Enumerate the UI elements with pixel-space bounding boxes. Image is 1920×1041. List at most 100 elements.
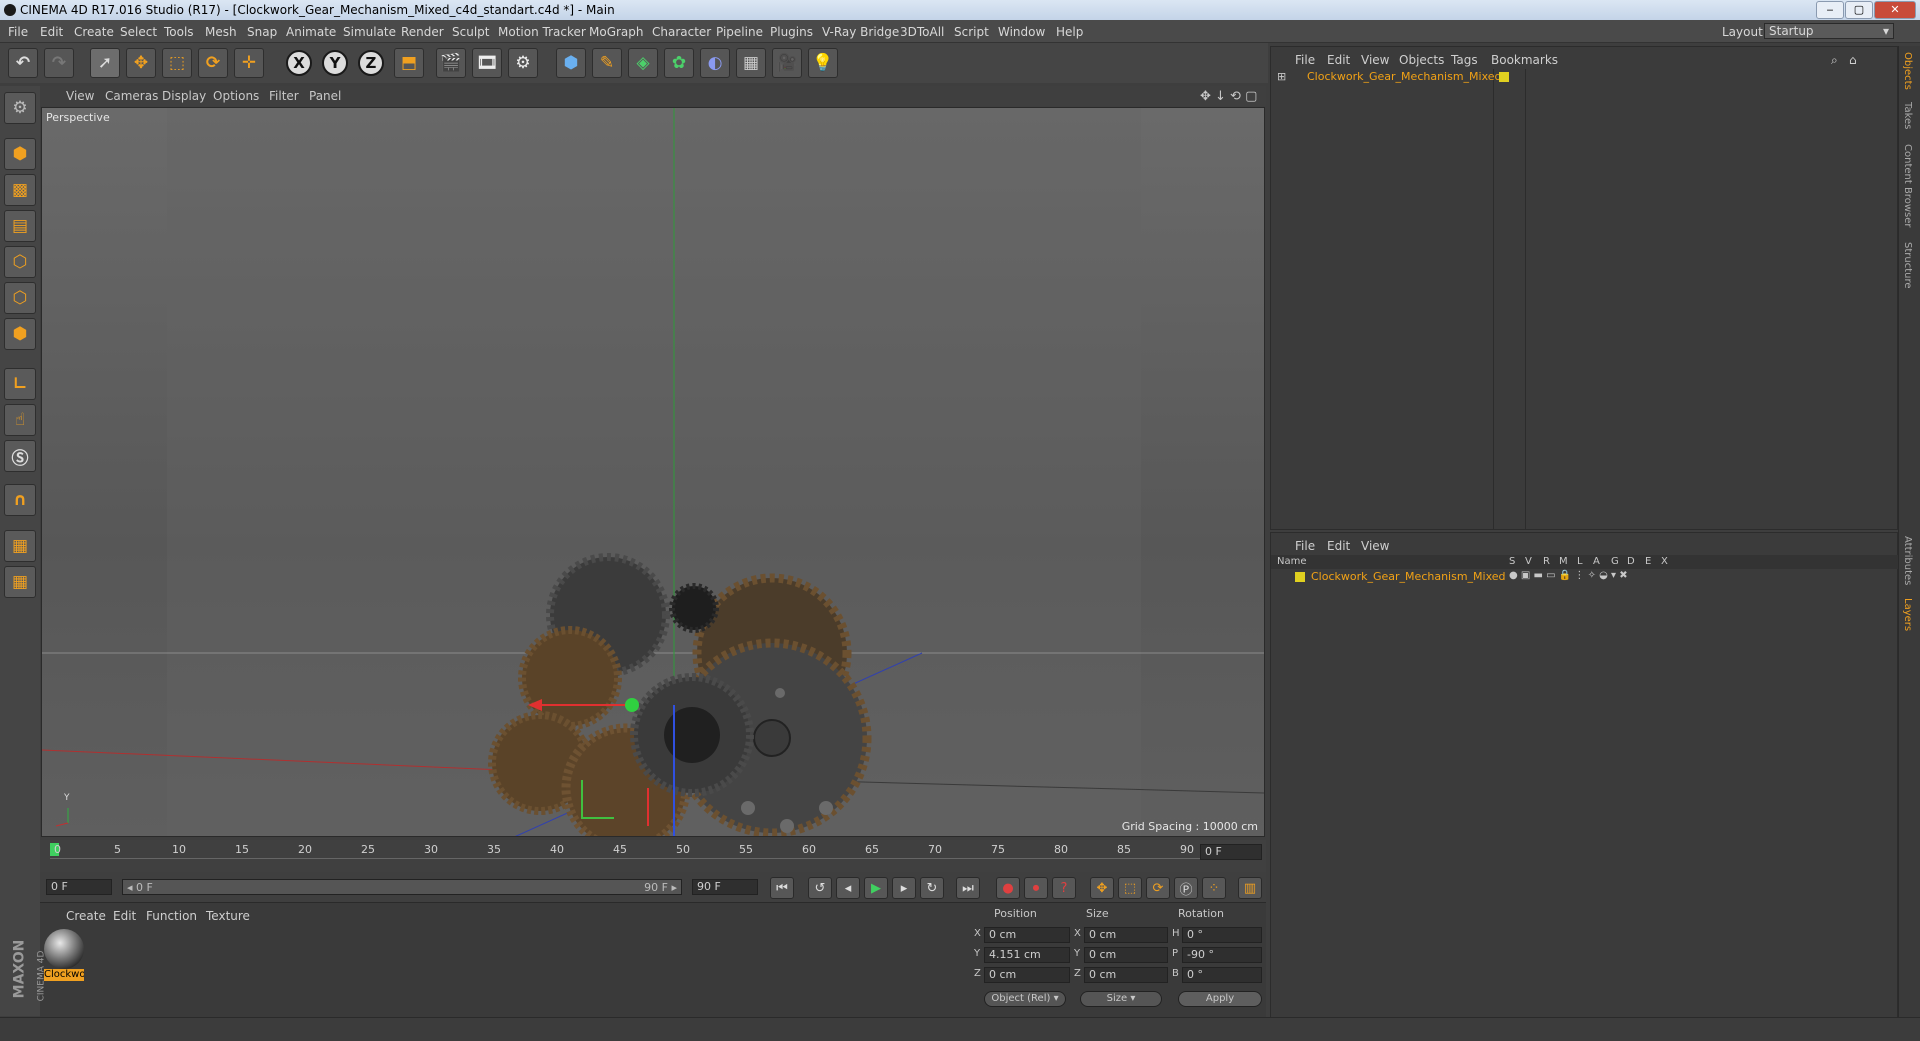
menu-mograph[interactable]: MoGraph	[589, 25, 644, 39]
menu-character[interactable]: Character	[652, 25, 711, 39]
viewport-menu-options[interactable]: Options	[213, 89, 259, 103]
home-icon[interactable]: ⌂	[1849, 53, 1857, 67]
scale-icon[interactable]: ⬚	[162, 48, 192, 78]
camera-icon[interactable]: 🎥	[772, 48, 802, 78]
floor-environment-icon[interactable]: ▦	[736, 48, 766, 78]
size-x-field[interactable]: 0 cm	[1084, 927, 1168, 943]
subdivision-icon[interactable]: ◈	[628, 48, 658, 78]
render-view-icon[interactable]: 🎬	[436, 48, 466, 78]
cube-primitive-icon[interactable]: ⬢	[556, 48, 586, 78]
pen-spline-icon[interactable]: ✎	[592, 48, 622, 78]
layer-name[interactable]: Clockwork_Gear_Mechanism_Mixed	[1311, 570, 1506, 583]
record-parameter-icon[interactable]: Ⓟ	[1174, 877, 1198, 899]
go-to-start-icon[interactable]: ⏮	[770, 877, 794, 899]
viewport-menu-filter[interactable]: Filter	[269, 89, 299, 103]
position-z-field[interactable]: 0 cm	[984, 967, 1070, 983]
object-menu-bookmarks[interactable]: Bookmarks	[1491, 53, 1558, 67]
axis-y-button[interactable]: Y	[322, 50, 348, 76]
menu-edit[interactable]: Edit	[40, 25, 63, 39]
layout-select[interactable]: Startup ▾	[1764, 23, 1894, 39]
layer-toggle-icons[interactable]: ● ▣ ▬ ▭ 🔒 ⋮ ✧ ◒ ▾ ✖	[1509, 570, 1628, 581]
rotation-p-field[interactable]: -90 °	[1182, 947, 1262, 963]
polygons-mode-icon[interactable]: ⬢	[4, 318, 36, 350]
record-active-objects-icon[interactable]: ●	[996, 877, 1020, 899]
menu-3dtoall[interactable]: 3DToAll	[900, 25, 944, 39]
current-frame-field[interactable]: 0 F	[1200, 844, 1262, 860]
coordinate-mode-select[interactable]: Object (Rel) ▾	[984, 991, 1066, 1007]
menu-help[interactable]: Help	[1056, 25, 1083, 39]
snap-magnet-icon[interactable]: ∩	[4, 484, 36, 516]
material-menu-function[interactable]: Function	[146, 909, 197, 923]
start-frame-field[interactable]: 0 F	[46, 879, 112, 895]
menu-script[interactable]: Script	[954, 25, 989, 39]
material-thumbnail[interactable]: Clockwo	[44, 929, 84, 981]
layer-menu-edit[interactable]: Edit	[1327, 539, 1350, 553]
viewport-3d[interactable]: Perspective Y Grid Spacing : 10000 cm	[41, 107, 1265, 837]
menu-render[interactable]: Render	[401, 25, 444, 39]
next-key-icon[interactable]: ↻	[920, 877, 944, 899]
workplane-mode-icon[interactable]: ▤	[4, 210, 36, 242]
deformer-icon[interactable]: ◐	[700, 48, 730, 78]
search-icon[interactable]: ⌕	[1831, 53, 1838, 68]
menu-file[interactable]: File	[8, 25, 28, 39]
layer-color-swatch[interactable]	[1295, 572, 1305, 582]
rotation-h-field[interactable]: 0 °	[1182, 927, 1262, 943]
frame-range-slider[interactable]: ◂ 0 F 90 F ▸	[122, 879, 682, 895]
solo-icon[interactable]: Ⓢ	[4, 440, 36, 472]
axis-x-button[interactable]: X	[286, 50, 312, 76]
rotate-icon[interactable]: ⟳	[198, 48, 228, 78]
menu-animate[interactable]: Animate	[286, 25, 336, 39]
model-mode-icon[interactable]: ⬢	[4, 138, 36, 170]
cloner-icon[interactable]: ✿	[664, 48, 694, 78]
tab-layers[interactable]: Layers	[1902, 598, 1913, 631]
points-mode-icon[interactable]: ⬡	[4, 246, 36, 278]
object-menu-view[interactable]: View	[1361, 53, 1389, 67]
close-button[interactable]: ✕	[1874, 1, 1916, 19]
end-frame-field[interactable]: 90 F	[692, 879, 758, 895]
menu-snap[interactable]: Snap	[247, 25, 277, 39]
axis-mode-icon[interactable]: ∟	[4, 368, 36, 400]
render-settings-icon[interactable]: ⚙	[508, 48, 538, 78]
light-icon[interactable]: 💡	[808, 48, 838, 78]
layer-menu-file[interactable]: File	[1295, 539, 1315, 553]
live-select-icon[interactable]: ✛	[234, 48, 264, 78]
tab-objects[interactable]: Objects	[1902, 52, 1913, 90]
menu-motion-tracker[interactable]: Motion Tracker	[498, 25, 586, 39]
menu-create[interactable]: Create	[74, 25, 114, 39]
edges-mode-icon[interactable]: ⬡	[4, 282, 36, 314]
tab-takes[interactable]: Takes	[1902, 102, 1913, 129]
layer-row[interactable]: Clockwork_Gear_Mechanism_Mixed ● ▣ ▬ ▭ 🔒…	[1271, 570, 1899, 584]
texture-mode-icon[interactable]: ▩	[4, 174, 36, 206]
menu-mesh[interactable]: Mesh	[205, 25, 237, 39]
menu-tools[interactable]: Tools	[164, 25, 194, 39]
viewport-menu-panel[interactable]: Panel	[309, 89, 341, 103]
auto-keying-icon[interactable]: ⏺	[1024, 877, 1048, 899]
object-menu-objects[interactable]: Objects	[1399, 53, 1444, 67]
record-pla-icon[interactable]: ⁘	[1202, 877, 1226, 899]
menu-pipeline[interactable]: Pipeline	[716, 25, 763, 39]
apply-button[interactable]: Apply	[1178, 991, 1262, 1007]
record-rotation-icon[interactable]: ⟳	[1146, 877, 1170, 899]
redo-icon[interactable]: ↷	[44, 48, 74, 78]
previous-frame-icon[interactable]: ◂	[836, 877, 860, 899]
tab-content-browser[interactable]: Content Browser	[1902, 144, 1913, 227]
object-menu-tags[interactable]: Tags	[1451, 53, 1478, 67]
grid-snap-icon[interactable]: ▦	[4, 566, 36, 598]
tab-structure[interactable]: Structure	[1902, 242, 1913, 289]
record-scale-icon[interactable]: ⬚	[1118, 877, 1142, 899]
object-name[interactable]: Clockwork_Gear_Mechanism_Mixed	[1307, 70, 1502, 83]
menu-window[interactable]: Window	[998, 25, 1045, 39]
layer-menu-view[interactable]: View	[1361, 539, 1389, 553]
axis-z-button[interactable]: Z	[358, 50, 384, 76]
go-to-end-icon[interactable]: ⏭	[956, 877, 980, 899]
tweak-mode-icon[interactable]: ☝	[4, 404, 36, 436]
material-menu-create[interactable]: Create	[66, 909, 106, 923]
object-row[interactable]: ⊞ Clockwork_Gear_Mechanism_Mixed	[1271, 69, 1899, 85]
menu-simulate[interactable]: Simulate	[343, 25, 396, 39]
size-y-field[interactable]: 0 cm	[1084, 947, 1168, 963]
viewport-navigation-icon[interactable]: ✥ ↓ ⟲ ▢	[1200, 89, 1257, 104]
timeline-window-icon[interactable]: ▥	[1238, 877, 1262, 899]
menu-select[interactable]: Select	[120, 25, 157, 39]
undo-icon[interactable]: ↶	[8, 48, 38, 78]
object-menu-file[interactable]: File	[1295, 53, 1315, 67]
